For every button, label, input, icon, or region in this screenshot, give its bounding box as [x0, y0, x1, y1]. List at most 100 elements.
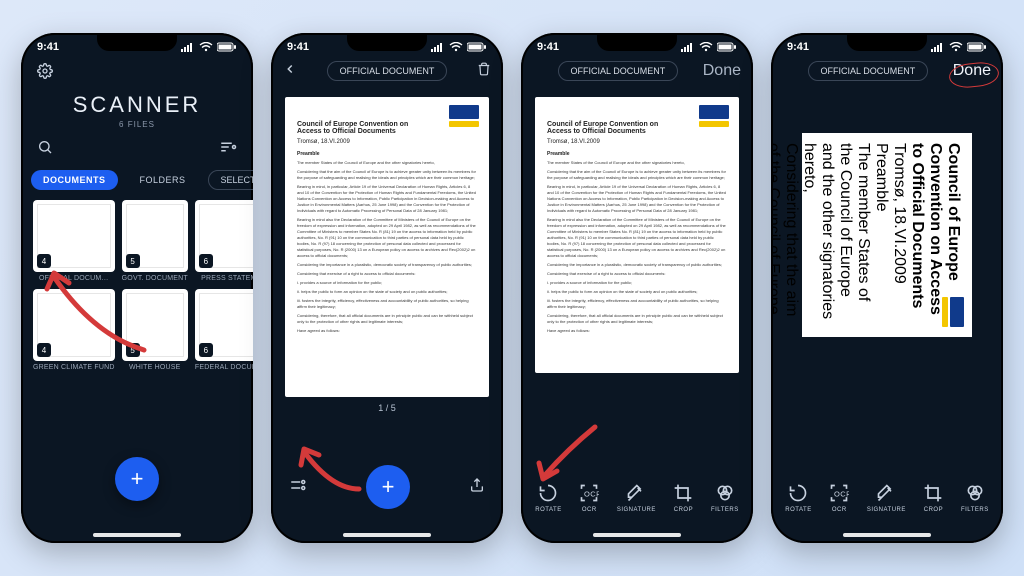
phone-viewer: 9:41 OFFICIAL DOCUMENT Council of Europe… — [271, 33, 503, 543]
doc-text: Considering the importance in a pluralis… — [547, 262, 727, 268]
tool-label: CROP — [924, 507, 943, 513]
doc-text: The member States of the Council of Euro… — [800, 143, 872, 327]
tool-ocr[interactable]: OCR OCR — [828, 482, 850, 513]
doc-text: Considering the importance in a pluralis… — [297, 262, 477, 268]
wifi-icon — [699, 42, 713, 52]
tool-filters[interactable]: FILTERS — [711, 482, 739, 513]
doc-text: Considering that exercise of a right to … — [547, 271, 727, 277]
battery-icon — [967, 42, 987, 52]
status-time: 9:41 — [787, 41, 809, 53]
select-button[interactable]: SELECT — [208, 170, 253, 190]
page-badge: 4 — [37, 343, 51, 357]
sort-icon[interactable] — [219, 140, 237, 159]
signal-icon — [431, 42, 445, 52]
notch — [597, 33, 677, 51]
folder-chip[interactable]: OFFICIAL DOCUMENT — [327, 61, 448, 81]
page-badge: 4 — [37, 254, 51, 268]
share-icon[interactable] — [469, 476, 485, 499]
doc-text: Bearing in mind, in particular, Article … — [547, 184, 727, 214]
settings-icon[interactable] — [37, 63, 53, 84]
tool-signature[interactable]: SIGNATURE — [867, 482, 906, 513]
doc-text: The member States of the Council of Euro… — [297, 160, 477, 166]
document-page[interactable]: Council of Europe Convention on Access t… — [285, 97, 489, 397]
signature-icon — [875, 482, 897, 504]
doc-text: ii. helps the public to form an opinion … — [547, 289, 727, 295]
tool-label: ROTATE — [785, 507, 811, 513]
tool-label: OCR — [832, 507, 847, 513]
tool-label: FILTERS — [711, 507, 739, 513]
back-icon[interactable] — [283, 62, 297, 81]
document-frame: Council of Europe Convention on Access t… — [785, 97, 989, 373]
tab-folders[interactable]: FOLDERS — [128, 170, 198, 190]
page-badge: 5 — [126, 254, 140, 268]
signal-icon — [181, 42, 195, 52]
page-badge: 6 — [199, 343, 213, 357]
trash-icon[interactable] — [477, 62, 491, 81]
doc-caption: FEDERAL DOCUMENTS — [195, 364, 253, 371]
doc-text: iii. fosters the integrity, efficiency, … — [297, 298, 477, 310]
tool-label: SIGNATURE — [867, 507, 906, 513]
tool-rotate[interactable]: ROTATE — [535, 482, 561, 513]
doc-text: Considering that the aim of the Council … — [547, 169, 727, 181]
search-icon[interactable] — [37, 139, 53, 160]
home-indicator — [593, 533, 681, 537]
page-badge: 5 — [126, 343, 140, 357]
edit-toolbar: ROTATE OCR OCR SIGNATURE CROP FILTERS — [521, 482, 753, 525]
done-button[interactable]: Done — [703, 62, 741, 80]
doc-text: Considering that the aim of the Council … — [771, 143, 800, 327]
doc-caption: PRESS STATEMENT — [195, 275, 253, 282]
tool-crop[interactable]: CROP — [922, 482, 944, 513]
doc-text: Considering, therefore, that all officia… — [547, 313, 727, 325]
tool-rotate[interactable]: ROTATE — [785, 482, 811, 513]
doc-heading: Preamble — [297, 151, 477, 157]
doc-text: Considering, therefore, that all officia… — [297, 313, 477, 325]
doc-thumb[interactable]: 6 — [195, 200, 253, 272]
tool-label: CROP — [674, 507, 693, 513]
status-time: 9:41 — [287, 41, 309, 53]
doc-text: i. provides a source of information for … — [297, 280, 477, 286]
doc-thumb[interactable]: 5 — [122, 289, 188, 361]
tool-crop[interactable]: CROP — [672, 482, 694, 513]
filters-icon — [714, 482, 736, 504]
doc-date: Tromsø, 18.VI.2009 — [890, 143, 908, 327]
tab-documents[interactable]: DOCUMENTS — [31, 170, 118, 190]
tool-signature[interactable]: SIGNATURE — [617, 482, 656, 513]
doc-heading: Preamble — [872, 143, 890, 327]
doc-title: Council of Europe Convention on Access t… — [297, 121, 423, 135]
tool-filters[interactable]: FILTERS — [961, 482, 989, 513]
doc-thumb[interactable]: 6 — [195, 289, 253, 361]
doc-thumb[interactable]: 4 — [33, 289, 115, 361]
phone-library: 9:41 SCANNER 6 FILES DOCUMENTS FOLDERS S… — [21, 33, 253, 543]
doc-thumb[interactable]: 5 — [122, 200, 188, 272]
tool-label: FILTERS — [961, 507, 989, 513]
doc-text: iii. fosters the integrity, efficiency, … — [547, 298, 727, 310]
doc-text: Bearing in mind also the Declaration of … — [547, 217, 727, 259]
doc-text: Bearing in mind also the Declaration of … — [297, 217, 477, 259]
tool-label: SIGNATURE — [617, 507, 656, 513]
coe-logo-icon — [449, 105, 479, 127]
annotation-arrow-icon — [533, 419, 603, 489]
home-indicator — [343, 533, 431, 537]
add-button[interactable]: + — [115, 457, 159, 501]
doc-thumb[interactable]: 4 — [33, 200, 115, 272]
doc-caption: OFFICIAL DOCUM… — [33, 275, 115, 282]
svg-text:OCR: OCR — [834, 489, 849, 498]
app-title: SCANNER — [21, 92, 253, 118]
tool-label: OCR — [582, 507, 597, 513]
svg-text:OCR: OCR — [584, 489, 599, 498]
folder-chip[interactable]: OFFICIAL DOCUMENT — [558, 61, 679, 81]
document-page[interactable]: Council of Europe Convention on Access t… — [535, 97, 739, 373]
folder-chip[interactable]: OFFICIAL DOCUMENT — [808, 61, 929, 81]
doc-caption: GOVT. DOCUMENT — [122, 275, 188, 282]
home-indicator — [843, 533, 931, 537]
wifi-icon — [449, 42, 463, 52]
edit-icon[interactable] — [289, 476, 307, 499]
notch — [97, 33, 177, 51]
wifi-icon — [199, 42, 213, 52]
tool-label: ROTATE — [535, 507, 561, 513]
add-page-button[interactable]: + — [366, 465, 410, 509]
document-page-rotated[interactable]: Council of Europe Convention on Access t… — [802, 133, 972, 337]
doc-text: Considering that the aim of the Council … — [297, 169, 477, 181]
doc-title: Council of Europe Convention on Access t… — [547, 121, 673, 135]
tool-ocr[interactable]: OCR OCR — [578, 482, 600, 513]
